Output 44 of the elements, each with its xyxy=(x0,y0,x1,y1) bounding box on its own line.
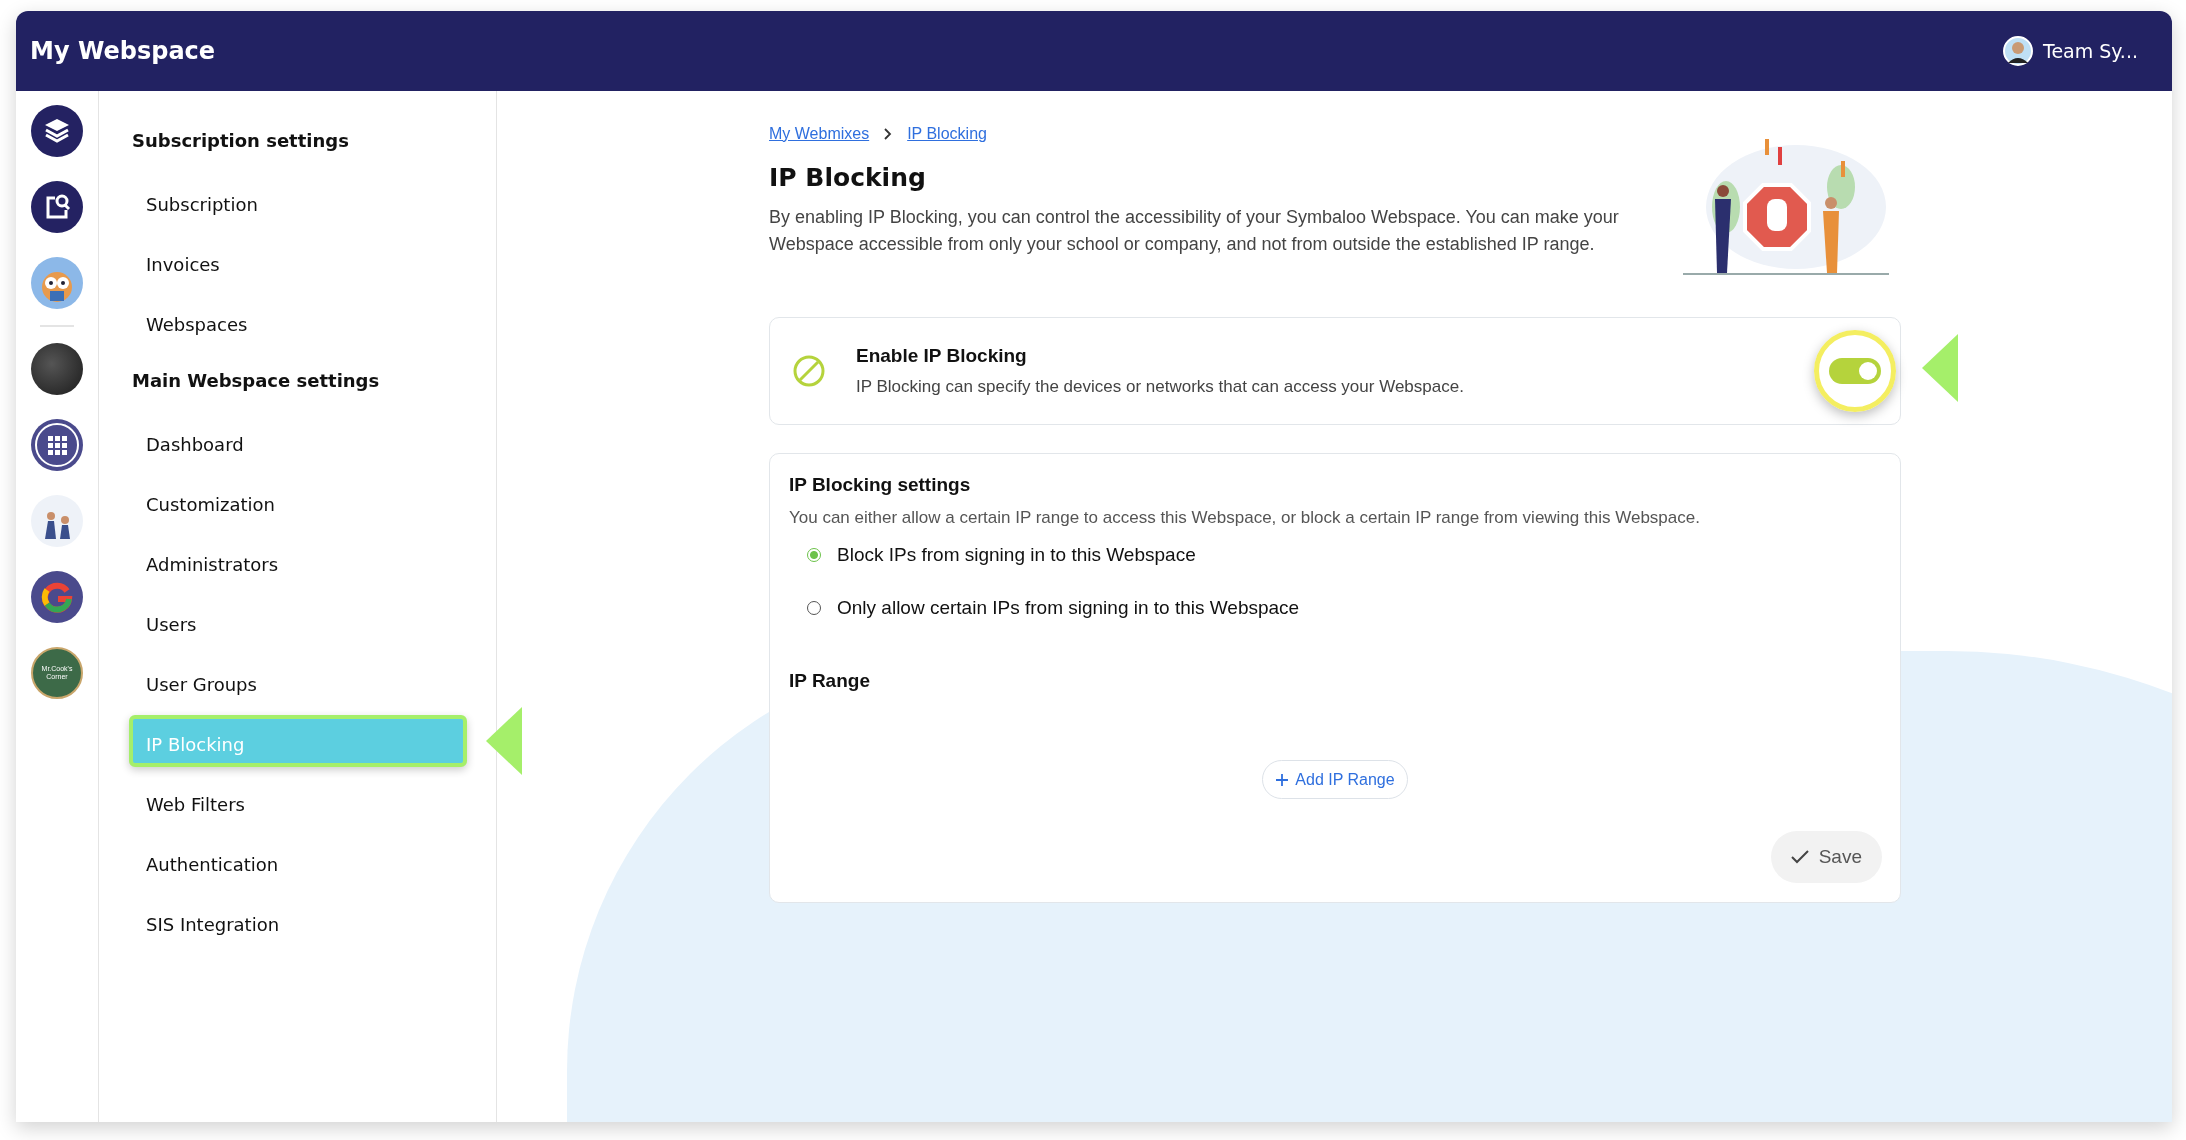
radio-label[interactable]: Block IPs from signing in to this Webspace xyxy=(837,543,1196,566)
sidebar-item[interactable]: User Groups xyxy=(129,655,467,707)
card-title: IP Blocking settings xyxy=(789,474,972,496)
breadcrumb-link[interactable]: My Webmixes xyxy=(769,125,870,143)
save-button[interactable]: Save xyxy=(1770,831,1882,883)
g-letter-icon[interactable] xyxy=(31,571,83,623)
sidebar-item[interactable]: Users xyxy=(129,595,467,647)
card-description: You can either allow a certain IP range to access this Webspace, or block a certain IP range from viewing this Webspace. xyxy=(789,508,1701,528)
photo-placeholder[interactable] xyxy=(31,343,83,395)
app-title: My Webspace xyxy=(30,37,216,65)
page-title: IP Blocking xyxy=(769,163,927,192)
card-description: IP Blocking can specify the devices or networks that can access your Webspace. xyxy=(856,377,1465,397)
graduates-icon[interactable] xyxy=(31,495,83,547)
sidebar-item[interactable]: Invoices xyxy=(129,235,467,287)
sidebar-item[interactable]: Webspaces xyxy=(129,295,467,347)
sidebar-item[interactable]: Subscription xyxy=(129,175,467,227)
sidebar-item[interactable]: Authentication xyxy=(129,835,467,887)
breadcrumb-link[interactable]: IP Blocking xyxy=(907,125,987,143)
avatar-icon xyxy=(2003,36,2033,66)
pointer-arrow-icon xyxy=(1920,332,1960,404)
document-search-icon[interactable] xyxy=(31,181,83,233)
chevron-right-icon xyxy=(883,127,894,141)
sidebar-item[interactable]: SIS Integration xyxy=(129,895,467,947)
sidebar-item[interactable]: Dashboard xyxy=(129,415,467,467)
user-menu[interactable]: Team Sy... xyxy=(2003,36,2138,66)
pointer-arrow-icon xyxy=(484,705,524,777)
checkmark-icon xyxy=(1790,850,1809,864)
toggle-switch[interactable] xyxy=(1829,358,1881,384)
sidebar-item[interactable]: Customization xyxy=(129,475,467,527)
card-title: Enable IP Blocking xyxy=(856,345,1028,367)
radio-label[interactable]: Only allow certain IPs from signing in to this Webspace xyxy=(837,596,1300,619)
add-ip-range-button[interactable]: Add IP Range xyxy=(1262,760,1408,799)
prohibited-icon xyxy=(792,354,826,388)
owl-icon[interactable] xyxy=(31,257,83,309)
radio-button[interactable] xyxy=(807,547,821,562)
plus-icon xyxy=(1275,772,1290,787)
section-title: Subscription settings xyxy=(132,129,350,153)
section-title: Main Webspace settings xyxy=(132,369,381,393)
section-title: IP Range xyxy=(789,670,871,692)
sidebar-item[interactable]: Administrators xyxy=(129,535,467,587)
page-description: By enabling IP Blocking, you can control the accessibility of your Symbaloo Webspace. You can make your Webspace accessible from only your school or company, and not from outside the established IP range. xyxy=(769,206,1620,256)
grid-icon[interactable] xyxy=(31,419,83,471)
layers-icon[interactable] xyxy=(31,105,83,157)
sidebar-item[interactable]: Web Filters xyxy=(129,775,467,827)
